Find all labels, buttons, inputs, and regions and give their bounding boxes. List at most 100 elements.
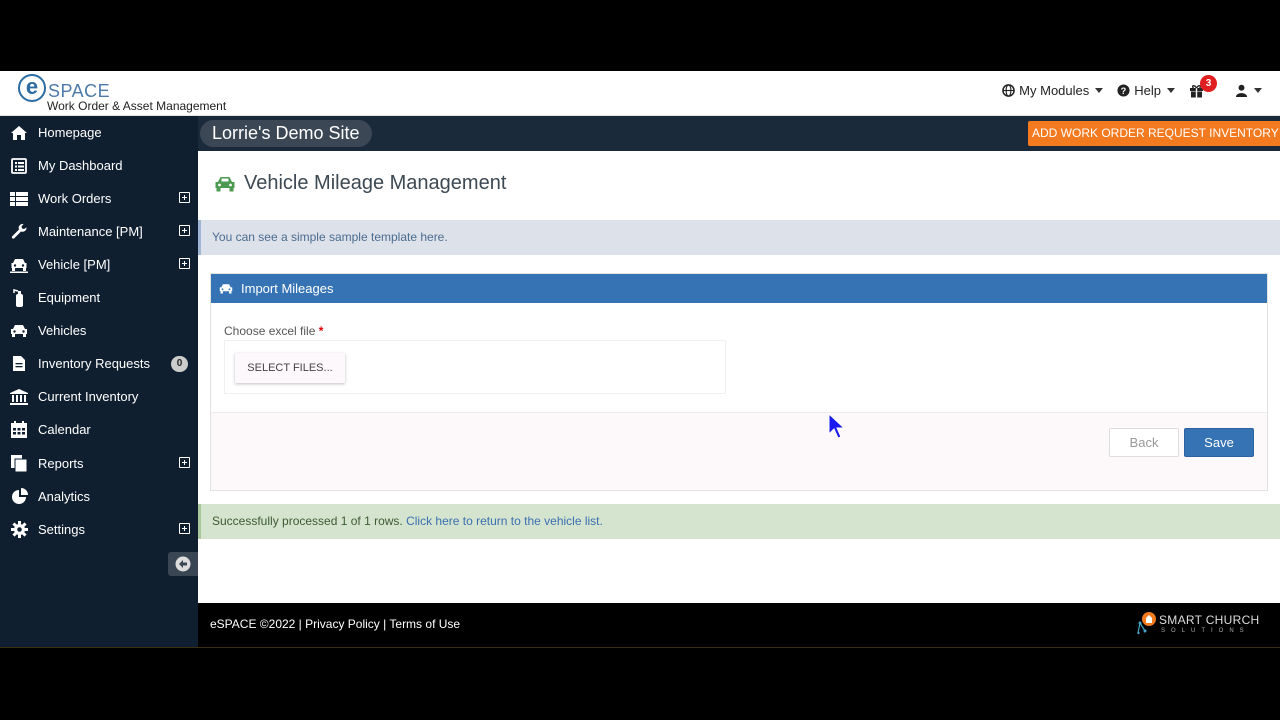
car-icon <box>215 176 235 191</box>
page-title: Vehicle Mileage Management <box>214 172 506 195</box>
sidebar-item-homepage[interactable]: Homepage <box>0 116 198 149</box>
expand-plus-icon[interactable] <box>179 523 190 534</box>
panel-footer: Back Save <box>211 412 1267 490</box>
site-bar: Lorrie's Demo Site ADD WORK ORDER REQUES… <box>198 116 1280 151</box>
notifications-button[interactable]: 3 <box>1189 74 1217 98</box>
question-circle-icon: ? <box>1117 84 1130 97</box>
sidebar-item-label: Maintenance [PM] <box>38 224 143 239</box>
calendar-icon <box>0 421 38 438</box>
help-menu[interactable]: ? Help <box>1117 83 1175 98</box>
back-button[interactable]: Back <box>1109 428 1179 457</box>
sidebar-item-vehicles[interactable]: Vehicles <box>0 314 198 347</box>
sidebar-item-label: Analytics <box>38 489 91 504</box>
pie-chart-icon <box>0 488 38 505</box>
select-files-button[interactable]: SELECT FILES... <box>235 353 345 383</box>
expand-plus-icon[interactable] <box>179 192 190 203</box>
save-button[interactable]: Save <box>1184 428 1254 457</box>
arrow-left-circle-icon <box>175 556 191 572</box>
globe-icon <box>1002 84 1015 97</box>
car-icon <box>0 324 38 337</box>
sidebar-item-reports[interactable]: Reports <box>0 447 198 480</box>
extinguisher-icon <box>0 288 38 307</box>
reports-icon <box>0 455 38 472</box>
main-content: Vehicle Mileage Management You can see a… <box>198 151 1280 603</box>
sidebar: Homepage My Dashboard Work Orders Mainte… <box>0 116 198 647</box>
help-label: Help <box>1134 83 1161 98</box>
sidebar-item-label: Vehicle [PM] <box>38 257 111 272</box>
notification-count-badge: 3 <box>1200 74 1217 92</box>
smart-church-solutions-logo[interactable]: SMART CHURCH SOLUTIONS <box>1137 609 1265 641</box>
car-icon <box>219 284 233 294</box>
sidebar-item-label: Calendar <box>38 422 91 437</box>
file-field-label: Choose excel file * <box>224 324 323 338</box>
file-label-text: Choose excel file <box>224 324 316 338</box>
top-bar: e SPACE Work Order & Asset Management My… <box>0 71 1280 116</box>
expand-plus-icon[interactable] <box>179 457 190 468</box>
privacy-policy-link[interactable]: Privacy Policy <box>305 617 380 631</box>
sidebar-item-label: Homepage <box>38 125 102 140</box>
list-icon <box>0 191 38 206</box>
logo-subtitle: Work Order & Asset Management <box>47 99 227 113</box>
document-icon <box>0 355 38 372</box>
app-frame: e SPACE Work Order & Asset Management My… <box>0 71 1280 647</box>
add-work-order-button[interactable]: ADD WORK ORDER <box>1028 121 1149 146</box>
logo-e-mark: e <box>18 74 46 102</box>
sidebar-item-label: Equipment <box>38 290 101 305</box>
chevron-down-icon <box>1095 88 1104 93</box>
sidebar-item-maintenance-pm[interactable]: Maintenance [PM] <box>0 215 198 248</box>
sidebar-item-label: Reports <box>38 456 84 471</box>
vehicle-icon <box>0 257 38 273</box>
brand-subtitle: SOLUTIONS <box>1161 628 1250 634</box>
copyright-text: eSPACE ©2022 | <box>210 617 306 631</box>
dashboard-icon <box>0 157 38 174</box>
request-inventory-button[interactable]: REQUEST INVENTORY <box>1144 121 1280 146</box>
user-menu[interactable] <box>1235 84 1262 97</box>
info-text[interactable]: You can see a simple sample template her… <box>212 230 448 244</box>
mouse-cursor-icon <box>828 413 846 439</box>
sidebar-item-label: Work Orders <box>38 191 112 206</box>
wrench-icon <box>0 223 38 240</box>
terms-of-use-link[interactable]: Terms of Use <box>389 617 460 631</box>
top-nav: My Modules ? Help 3 <box>1002 74 1262 98</box>
footer-separator: | <box>379 617 390 631</box>
sidebar-item-label: My Dashboard <box>38 158 123 173</box>
church-logo-icon <box>1137 612 1156 635</box>
sidebar-item-label: Settings <box>38 522 85 537</box>
building-icon <box>0 388 38 405</box>
sidebar-item-current-inventory[interactable]: Current Inventory <box>0 380 198 413</box>
panel-title: Import Mileages <box>241 281 334 296</box>
sidebar-item-settings[interactable]: Settings <box>0 513 198 546</box>
site-name[interactable]: Lorrie's Demo Site <box>200 120 372 147</box>
sidebar-item-vehicle-pm[interactable]: Vehicle [PM] <box>0 248 198 281</box>
svg-text:?: ? <box>1121 86 1127 96</box>
page-title-text: Vehicle Mileage Management <box>244 172 507 194</box>
sidebar-item-calendar[interactable]: Calendar <box>0 413 198 446</box>
sidebar-item-my-dashboard[interactable]: My Dashboard <box>0 149 198 182</box>
expand-plus-icon[interactable] <box>179 258 190 269</box>
sidebar-item-label: Inventory Requests <box>38 356 151 371</box>
panel-header: Import Mileages <box>211 274 1267 303</box>
expand-plus-icon[interactable] <box>179 225 190 236</box>
sidebar-item-analytics[interactable]: Analytics <box>0 480 198 513</box>
footer: eSPACE ©2022 | Privacy Policy | Terms of… <box>198 603 1280 647</box>
sidebar-item-label: Current Inventory <box>38 389 139 404</box>
sidebar-item-work-orders[interactable]: Work Orders <box>0 182 198 215</box>
sidebar-item-inventory-requests[interactable]: Inventory Requests 0 <box>0 347 198 380</box>
success-text: Successfully processed 1 of 1 rows. <box>212 514 407 528</box>
info-alert: You can see a simple sample template her… <box>198 220 1280 255</box>
espace-logo[interactable]: e SPACE Work Order & Asset Management <box>18 74 248 114</box>
return-to-vehicle-list-link[interactable]: Click here to return to the vehicle list… <box>406 514 603 528</box>
inventory-requests-count-badge: 0 <box>171 356 188 372</box>
brand-name: SMART CHURCH <box>1159 613 1260 627</box>
success-alert: Successfully processed 1 of 1 rows. Clic… <box>198 504 1280 539</box>
sidebar-item-equipment[interactable]: Equipment <box>0 281 198 314</box>
file-upload-dropzone[interactable]: SELECT FILES... <box>224 340 726 394</box>
footer-text: eSPACE ©2022 | Privacy Policy | Terms of… <box>210 617 460 631</box>
my-modules-label: My Modules <box>1019 83 1090 98</box>
sidebar-item-label: Vehicles <box>38 323 87 338</box>
my-modules-menu[interactable]: My Modules <box>1002 83 1104 98</box>
collapse-sidebar-button[interactable] <box>168 552 198 576</box>
required-indicator: * <box>318 324 324 338</box>
import-mileages-panel: Import Mileages Choose excel file * SELE… <box>210 273 1268 491</box>
chevron-down-icon <box>1167 88 1175 93</box>
